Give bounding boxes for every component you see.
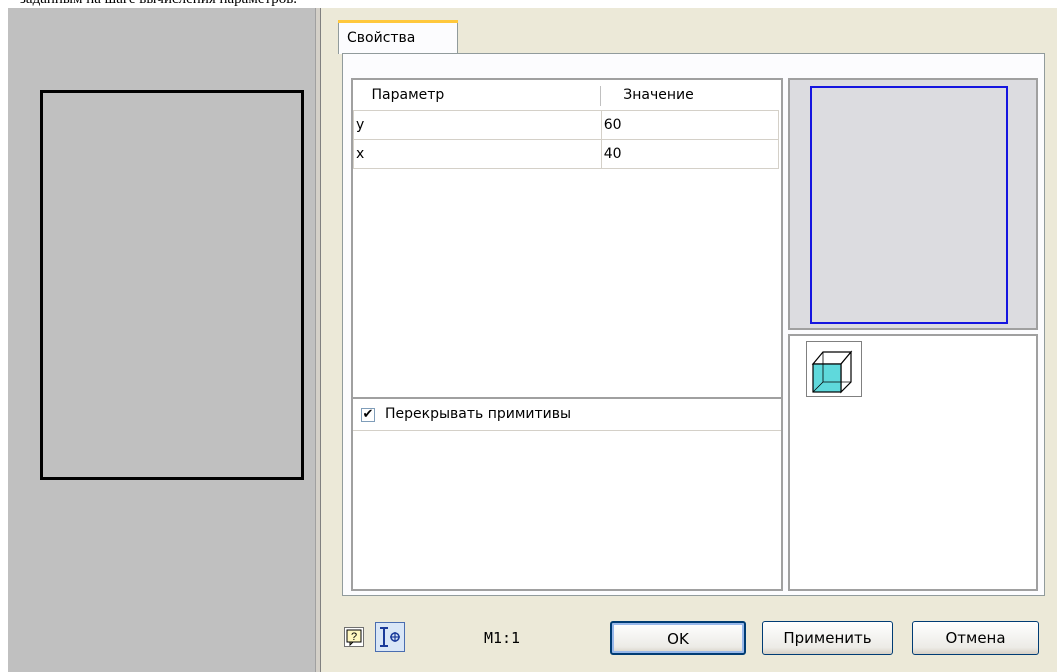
drawing-canvas[interactable] bbox=[8, 8, 315, 672]
table-row[interactable]: y 60 bbox=[353, 109, 780, 140]
caption-text: заданным на шаге вычисления параметров. bbox=[20, 0, 297, 8]
apply-button[interactable]: Применить bbox=[762, 621, 893, 655]
column-header-value[interactable]: Значение bbox=[601, 80, 779, 111]
param-name-cell: x bbox=[353, 138, 602, 169]
param-value-cell[interactable]: 40 bbox=[600, 138, 780, 169]
overlap-checkbox-label[interactable]: Перекрывать примитивы bbox=[385, 406, 571, 422]
overlap-checkbox[interactable]: ✔ bbox=[361, 408, 375, 422]
param-name-cell: y bbox=[353, 109, 602, 140]
cancel-button[interactable]: Отмена bbox=[912, 621, 1039, 655]
tab-properties-label: Свойства bbox=[347, 30, 416, 46]
tab-properties[interactable]: Свойства bbox=[338, 20, 458, 54]
tab-content: Параметр Значение y 60 x 40 ✔ Перекрыват… bbox=[342, 53, 1045, 596]
document-caption: заданным на шаге вычисления параметров. bbox=[0, 0, 1057, 8]
parameters-panel: Параметр Значение y 60 x 40 ✔ Перекрыват… bbox=[351, 78, 783, 591]
shape-preview bbox=[788, 78, 1038, 330]
preview-rectangle bbox=[810, 86, 1008, 324]
scale-indicator: M1:1 bbox=[429, 621, 575, 655]
help-icon[interactable]: ? bbox=[344, 627, 364, 647]
properties-dialog: Свойства Параметр Значение y 60 x 40 ✔ П… bbox=[321, 8, 1057, 672]
cube-icon bbox=[806, 341, 862, 397]
column-header-parameter[interactable]: Параметр bbox=[353, 80, 602, 111]
param-value-cell[interactable]: 60 bbox=[600, 109, 780, 140]
table-row[interactable]: x 40 bbox=[353, 138, 780, 169]
table-header-row: Параметр Значение bbox=[353, 80, 779, 111]
parameters-table: Параметр Значение y 60 x 40 bbox=[353, 80, 780, 169]
snap-icon[interactable] bbox=[375, 622, 405, 652]
svg-text:?: ? bbox=[351, 631, 357, 643]
element-icon-panel bbox=[788, 334, 1038, 591]
ok-button[interactable]: OK bbox=[610, 621, 746, 655]
overlap-option-row[interactable]: ✔ Перекрывать примитивы bbox=[353, 397, 781, 431]
drawn-rectangle[interactable] bbox=[40, 90, 304, 480]
dialog-footer: ? M1:1 OK Применить Отмена bbox=[321, 596, 1057, 672]
